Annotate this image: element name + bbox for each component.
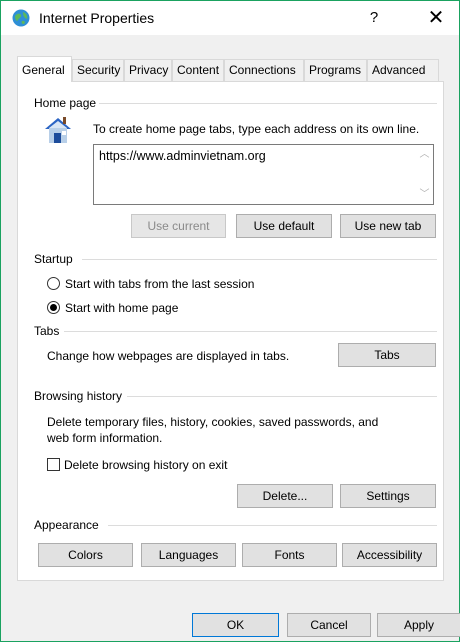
home-page-description: To create home page tabs, type each addr… bbox=[93, 122, 420, 136]
help-button[interactable]: ? bbox=[361, 6, 387, 30]
home-page-url-field[interactable]: https://www.adminvietnam.org ︿ ﹀ bbox=[93, 144, 434, 205]
home-page-divider bbox=[99, 103, 437, 104]
tabs-description: Change how webpages are displayed in tab… bbox=[47, 349, 290, 363]
scroll-down-arrow-icon[interactable]: ﹀ bbox=[416, 186, 433, 203]
browsing-history-divider bbox=[127, 396, 437, 397]
delete-button[interactable]: Delete... bbox=[237, 484, 333, 508]
scroll-up-arrow-icon[interactable]: ︿ bbox=[416, 146, 433, 163]
settings-button[interactable]: Settings bbox=[340, 484, 436, 508]
delete-history-on-exit-checkbox[interactable] bbox=[47, 458, 60, 471]
browsing-history-description-line2: web form information. bbox=[47, 431, 163, 445]
startup-divider bbox=[82, 259, 437, 260]
startup-heading: Startup bbox=[34, 252, 77, 266]
internet-globe-icon bbox=[11, 8, 31, 28]
tab-privacy[interactable]: Privacy bbox=[124, 59, 172, 81]
fonts-button[interactable]: Fonts bbox=[242, 543, 337, 567]
tab-programs[interactable]: Programs bbox=[304, 59, 367, 81]
startup-home-page-label[interactable]: Start with home page bbox=[65, 301, 178, 315]
use-current-button[interactable]: Use current bbox=[131, 214, 226, 238]
colors-button[interactable]: Colors bbox=[38, 543, 133, 567]
window-title: Internet Properties bbox=[39, 10, 155, 26]
home-page-heading: Home page bbox=[34, 96, 101, 110]
startup-last-session-label[interactable]: Start with tabs from the last session bbox=[65, 277, 254, 291]
close-button[interactable]: ✕ bbox=[419, 4, 453, 32]
tabs-heading: Tabs bbox=[34, 324, 64, 338]
tab-general[interactable]: General bbox=[17, 56, 72, 82]
languages-button[interactable]: Languages bbox=[141, 543, 236, 567]
delete-history-on-exit-label[interactable]: Delete browsing history on exit bbox=[64, 458, 227, 472]
use-new-tab-button[interactable]: Use new tab bbox=[340, 214, 436, 238]
tab-security[interactable]: Security bbox=[72, 59, 124, 81]
appearance-divider bbox=[108, 525, 437, 526]
home-page-icon bbox=[41, 113, 75, 147]
tabs-settings-button[interactable]: Tabs bbox=[338, 343, 436, 367]
cancel-button[interactable]: Cancel bbox=[287, 613, 371, 637]
browsing-history-description-line1: Delete temporary files, history, cookies… bbox=[47, 415, 379, 429]
home-page-url-text[interactable]: https://www.adminvietnam.org bbox=[99, 149, 266, 163]
appearance-heading: Appearance bbox=[34, 518, 103, 532]
use-default-button[interactable]: Use default bbox=[236, 214, 332, 238]
ok-button[interactable]: OK bbox=[192, 613, 279, 637]
tabs-divider bbox=[64, 331, 437, 332]
apply-button[interactable]: Apply bbox=[377, 613, 460, 637]
tab-advanced[interactable]: Advanced bbox=[367, 59, 439, 81]
startup-home-page-radio[interactable] bbox=[47, 301, 60, 314]
accessibility-button[interactable]: Accessibility bbox=[342, 543, 437, 567]
internet-properties-window: Internet Properties ? ✕ General Security… bbox=[0, 0, 460, 642]
browsing-history-heading: Browsing history bbox=[34, 389, 127, 403]
startup-last-session-radio[interactable] bbox=[47, 277, 60, 290]
title-bar: Internet Properties ? ✕ bbox=[1, 1, 459, 35]
tab-content[interactable]: Content bbox=[172, 59, 224, 81]
url-field-scrollbar[interactable]: ︿ ﹀ bbox=[416, 145, 433, 204]
tab-connections[interactable]: Connections bbox=[224, 59, 304, 81]
